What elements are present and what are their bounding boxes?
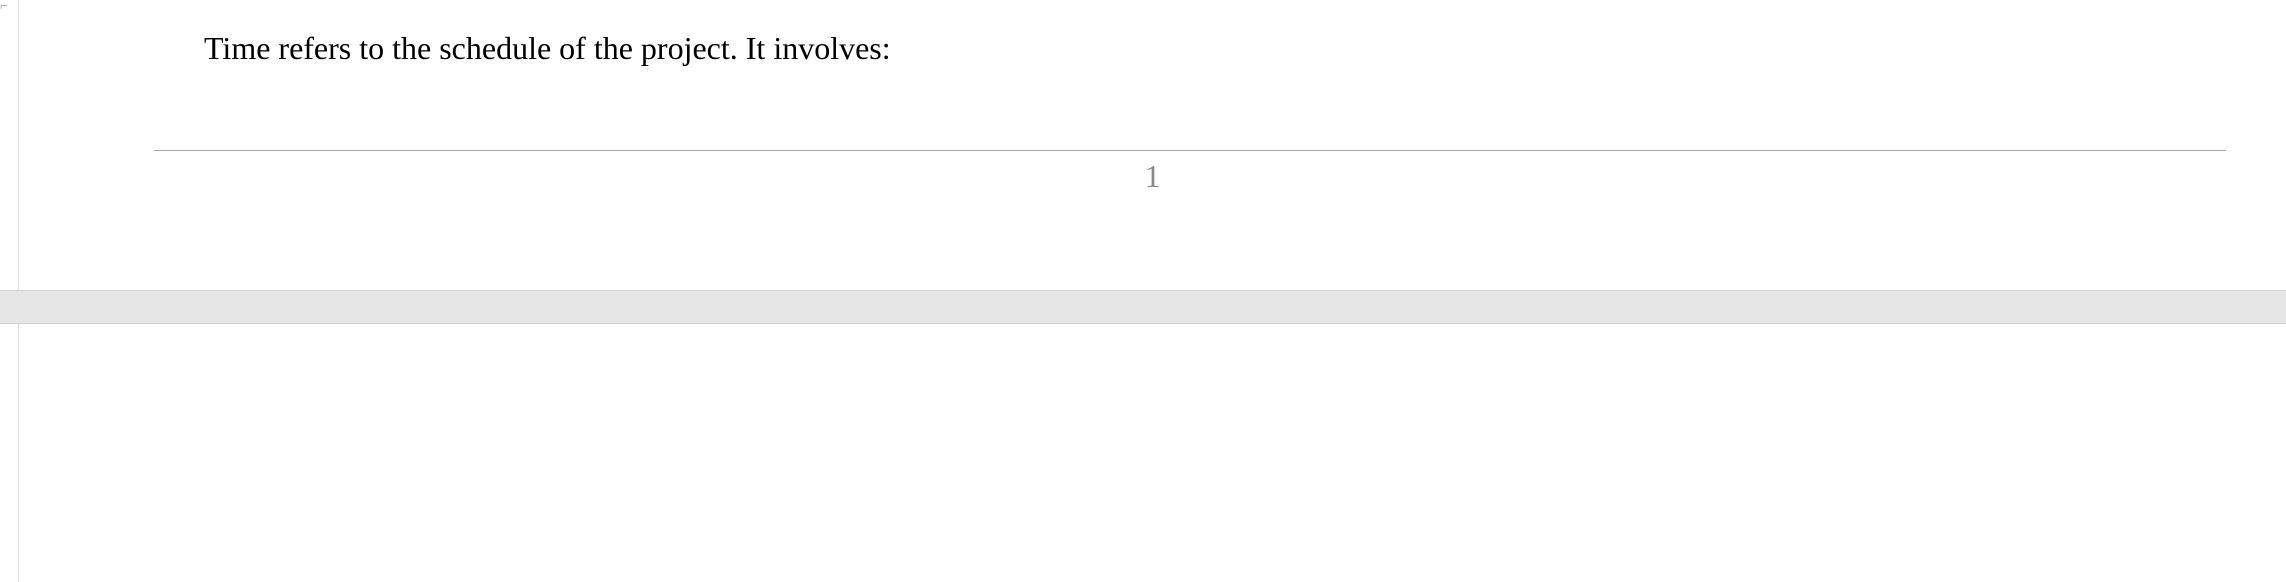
page-number: 1 <box>19 158 2286 195</box>
page-gap <box>0 290 2286 324</box>
next-document-page[interactable] <box>18 324 2286 582</box>
document-page[interactable]: Time refers to the schedule of the proje… <box>18 0 2286 290</box>
body-paragraph[interactable]: Time refers to the schedule of the proje… <box>204 26 891 71</box>
cursor-indicator: ⌐ <box>0 0 8 14</box>
footer-divider <box>154 150 2226 151</box>
